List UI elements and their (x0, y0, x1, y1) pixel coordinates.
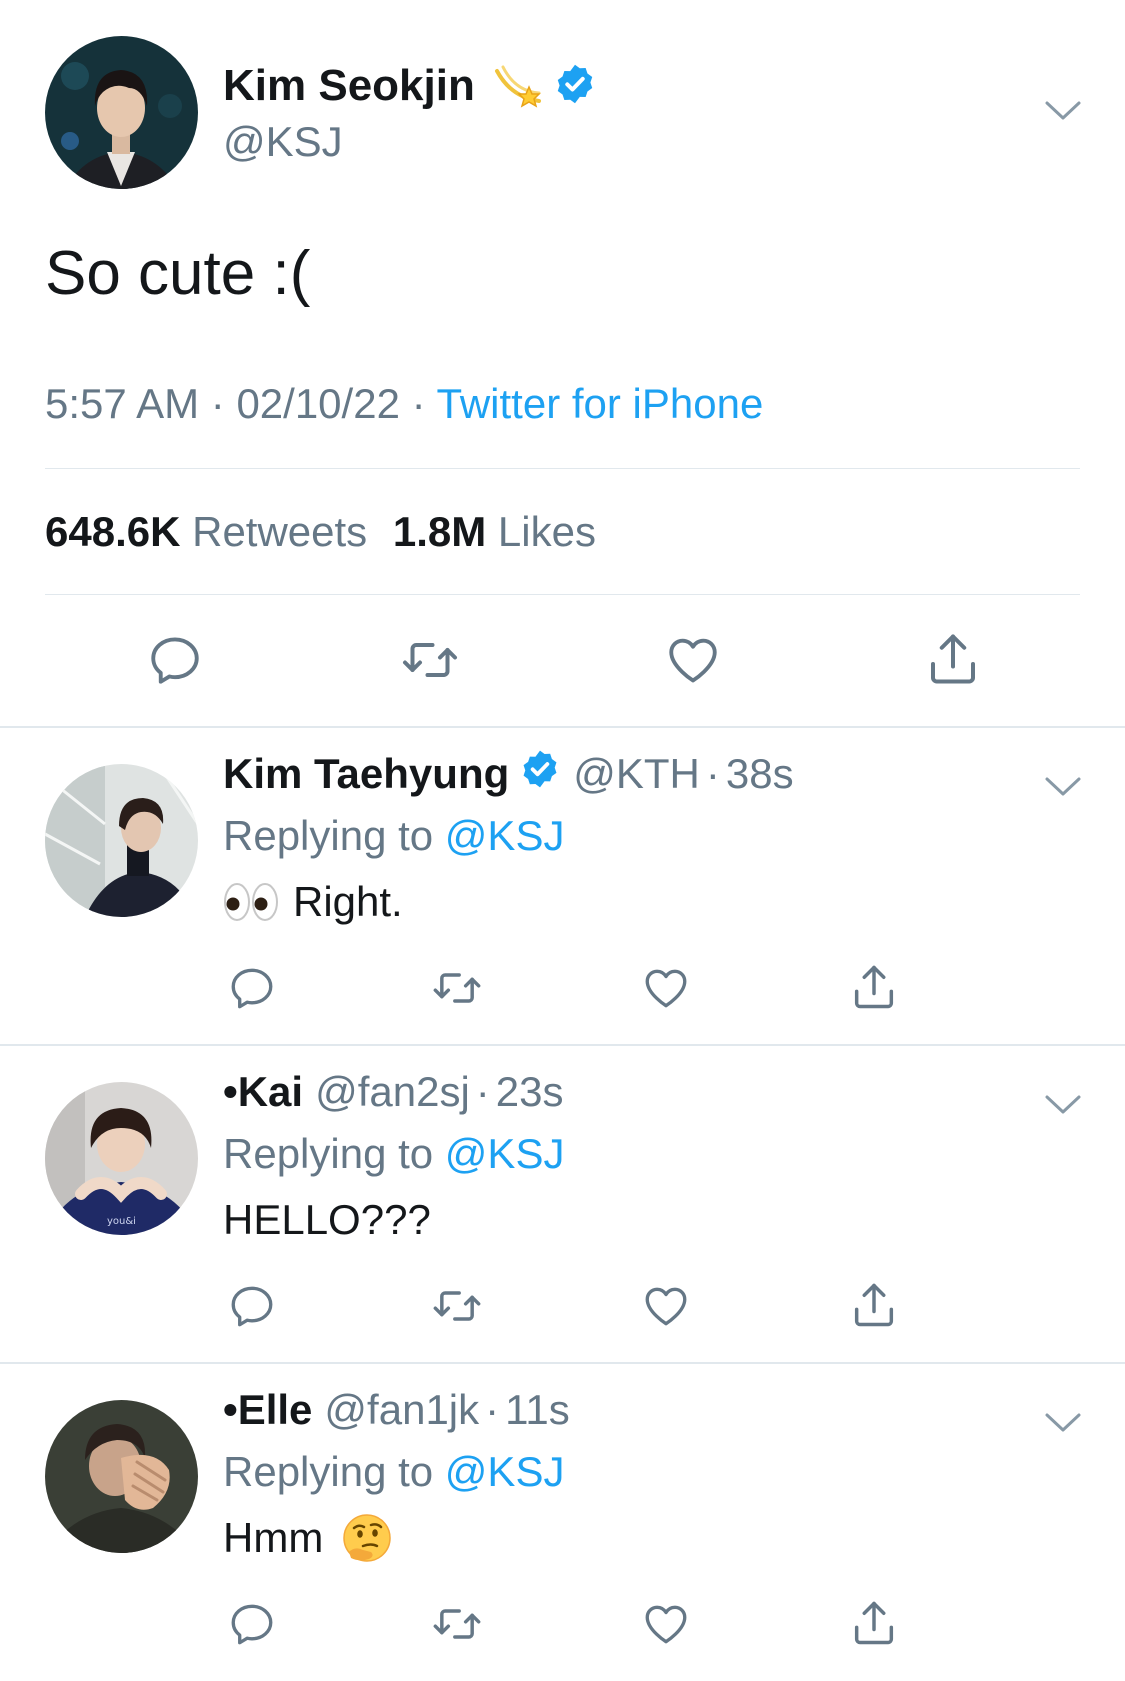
verified-badge-icon (519, 748, 561, 800)
like-button[interactable] (636, 960, 696, 1016)
tweet-date: 02/10/22 (236, 380, 400, 427)
retweet-button[interactable] (395, 628, 465, 692)
replying-to-label: Replying to (223, 1130, 434, 1177)
share-button[interactable] (918, 626, 988, 692)
reply-button[interactable] (222, 960, 282, 1016)
avatar[interactable] (45, 1400, 198, 1553)
avatar[interactable] (45, 764, 198, 917)
tweet-text: So cute :( (45, 239, 311, 308)
retweet-button[interactable] (427, 960, 487, 1016)
meta-separator: · (475, 1068, 490, 1115)
replying-to-label: Replying to (223, 1448, 434, 1495)
reply-button[interactable] (222, 1596, 282, 1652)
share-icon (931, 634, 975, 684)
chevron-down-icon[interactable] (1043, 774, 1083, 805)
likes-stat[interactable]: 1.8M Likes (393, 508, 596, 555)
chevron-down-icon[interactable] (1043, 1410, 1083, 1441)
reply-header: Kim Taehyung @KTH · 38s (223, 744, 794, 804)
reply-icon (151, 637, 199, 684)
eyes-emoji (223, 880, 279, 924)
reply-tweet[interactable]: you&i •Kai @fan2sj · 23s Replying to @KS… (0, 1046, 1125, 1363)
reply-text: Hmm (223, 1514, 324, 1561)
svg-text:you&i: you&i (107, 1216, 136, 1227)
tweet-meta: 5:57 AM · 02/10/22 · Twitter for iPhone (45, 380, 763, 428)
replying-to-line: Replying to @KSJ (223, 812, 564, 860)
like-button[interactable] (636, 1278, 696, 1334)
likes-count: 1.8M (392, 508, 487, 555)
chevron-down-icon[interactable] (1043, 1092, 1083, 1123)
reply-icon (231, 1286, 273, 1327)
replying-to-mention[interactable]: @KSJ (445, 1448, 565, 1495)
avatar[interactable]: you&i (45, 1082, 198, 1235)
reply-text-line: Right. (223, 872, 403, 932)
like-icon (669, 638, 717, 683)
like-icon (645, 1287, 687, 1326)
retweet-icon (433, 1291, 481, 1321)
share-icon (854, 1601, 894, 1645)
reply-author-handle[interactable]: @fan2sj (315, 1068, 470, 1116)
reply-text: HELLO??? (223, 1196, 431, 1243)
reply-button[interactable] (140, 628, 210, 692)
meta-separator: · (705, 750, 720, 797)
reply-icon (231, 968, 273, 1009)
share-button[interactable] (844, 958, 904, 1016)
reply-age: 38s (725, 750, 794, 797)
reply-icon (231, 1604, 273, 1645)
replying-to-mention[interactable]: @KSJ (445, 812, 565, 859)
verified-badge-icon (553, 62, 597, 111)
retweets-label: Retweets (192, 508, 368, 555)
share-button[interactable] (844, 1594, 904, 1652)
like-icon (645, 969, 687, 1008)
reply-text-line: Hmm (223, 1508, 393, 1568)
replying-to-line: Replying to @KSJ (223, 1448, 564, 1496)
reply-text-line: HELLO??? (223, 1190, 431, 1250)
divider (45, 594, 1080, 595)
replying-to-label: Replying to (223, 812, 434, 859)
reply-header: •Kai @fan2sj · 23s (223, 1062, 564, 1122)
retweets-stat[interactable]: 648.6K Retweets (45, 508, 379, 555)
tweet-source-link[interactable]: Twitter for iPhone (437, 380, 764, 427)
like-icon (645, 1605, 687, 1644)
main-tweet: Kim Seokjin @KSJ So cute :( 5:57 AM · 02… (0, 0, 1125, 727)
retweets-count: 648.6K (45, 508, 181, 555)
retweet-button[interactable] (427, 1596, 487, 1652)
retweet-button[interactable] (427, 1278, 487, 1334)
retweet-icon (403, 643, 457, 677)
reply-author-name[interactable]: Kim Taehyung (223, 750, 509, 798)
reply-author-handle[interactable]: @KTH (573, 750, 700, 798)
meta-separator: · (210, 380, 237, 427)
replying-to-mention[interactable]: @KSJ (445, 1130, 565, 1177)
share-icon (854, 1283, 894, 1327)
reply-tweet[interactable]: Kim Taehyung @KTH · 38s Replying to @KSJ… (0, 728, 1125, 1045)
reply-button[interactable] (222, 1278, 282, 1334)
reply-text: Right. (293, 878, 403, 925)
meta-separator: · (485, 1386, 500, 1433)
replying-to-line: Replying to @KSJ (223, 1130, 564, 1178)
like-button[interactable] (636, 1596, 696, 1652)
thinking-face-emoji (341, 1512, 393, 1564)
retweet-icon (433, 1609, 481, 1639)
reply-author-handle[interactable]: @fan1jk (324, 1386, 479, 1434)
reply-header: •Elle @fan1jk · 11s (223, 1380, 570, 1440)
author-name-line: Kim Seokjin (223, 56, 597, 116)
meta-separator: · (411, 380, 437, 427)
tweet-stats: 648.6K Retweets 1.8M Likes (45, 508, 596, 556)
dizzy-star-emoji (491, 57, 545, 116)
author-name[interactable]: Kim Seokjin (223, 61, 475, 111)
divider (45, 468, 1080, 469)
reply-age: 11s (505, 1386, 570, 1433)
share-icon (854, 965, 894, 1009)
likes-label: Likes (497, 508, 596, 555)
author-handle[interactable]: @KSJ (223, 118, 343, 166)
reply-tweet[interactable]: •Elle @fan1jk · 11s Replying to @KSJ Hmm (0, 1364, 1125, 1681)
retweet-icon (433, 973, 481, 1003)
reply-age: 23s (495, 1068, 564, 1115)
reply-author-name[interactable]: •Elle (223, 1386, 312, 1434)
reply-author-name[interactable]: •Kai (223, 1068, 303, 1116)
chevron-down-icon[interactable] (1043, 98, 1083, 129)
like-button[interactable] (658, 628, 728, 692)
avatar[interactable] (45, 36, 198, 189)
share-button[interactable] (844, 1276, 904, 1334)
tweet-time: 5:57 AM (45, 380, 200, 427)
